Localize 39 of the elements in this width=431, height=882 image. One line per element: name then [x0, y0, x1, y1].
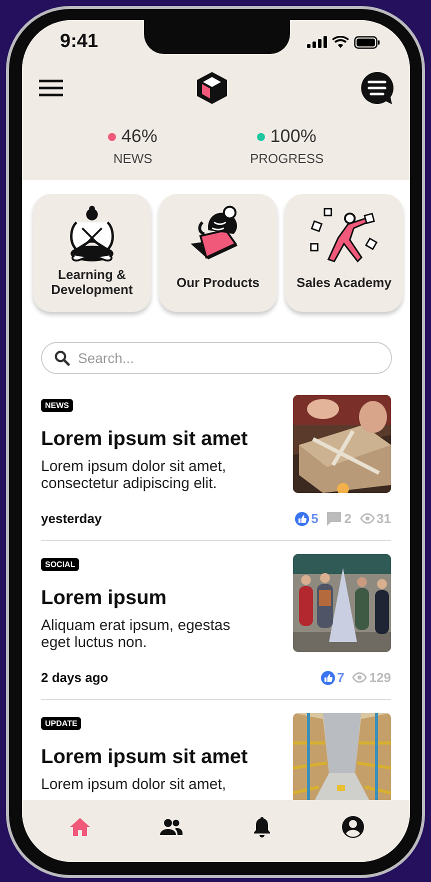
like-count: 5 — [311, 511, 318, 526]
home-icon[interactable] — [68, 815, 92, 839]
category-card[interactable]: Our Products — [159, 194, 277, 312]
eye-icon — [360, 513, 375, 524]
search-field[interactable]: Search... — [41, 342, 392, 374]
article-title[interactable]: Lorem ipsum sit amet — [41, 428, 248, 451]
category-tag: SOCIAL — [41, 558, 80, 571]
article-summary: Aliquam erat ipsum, egestas eget luctus non. — [41, 617, 232, 651]
article-title[interactable]: Lorem ipsum — [41, 587, 167, 610]
article-summary: Lorem ipsum dolor sit amet, — [41, 776, 228, 793]
thumbs-up-icon — [321, 670, 336, 684]
post-time: 2 days ago — [41, 670, 110, 685]
category-tag: UPDATE — [41, 717, 82, 730]
category-card[interactable]: Learning & Development — [33, 194, 151, 312]
category-card[interactable]: Sales Academy — [285, 194, 403, 312]
eye-icon — [352, 672, 368, 683]
wifi-icon — [332, 36, 349, 48]
profile-icon[interactable] — [340, 815, 364, 839]
stat-value: 46% — [121, 126, 158, 147]
view-count: 129 — [369, 670, 391, 685]
cube-logo-icon — [195, 71, 229, 105]
post-time: yesterday — [41, 511, 103, 526]
view-count: 31 — [376, 511, 391, 526]
comment-icon — [326, 511, 342, 526]
comment-count: 2 — [344, 511, 352, 526]
search-icon — [54, 350, 70, 366]
article-summary: Lorem ipsum dolor sit amet, consectetur adipiscing elit. — [41, 458, 228, 492]
article-title[interactable]: Lorem ipsum sit amet — [41, 746, 248, 769]
thumbs-up-icon — [295, 512, 310, 526]
stat-value: 100% — [270, 126, 316, 147]
status-time: 9:41 — [60, 31, 98, 53]
menu-button[interactable] — [38, 78, 64, 98]
stat-label: NEWS — [113, 151, 152, 166]
chat-button[interactable] — [360, 71, 394, 105]
signal-icon — [307, 36, 327, 48]
like-count: 7 — [337, 670, 344, 685]
category-tag: NEWS — [41, 399, 73, 412]
stat-label: PROGRESS — [250, 151, 324, 166]
battery-icon — [354, 36, 380, 48]
